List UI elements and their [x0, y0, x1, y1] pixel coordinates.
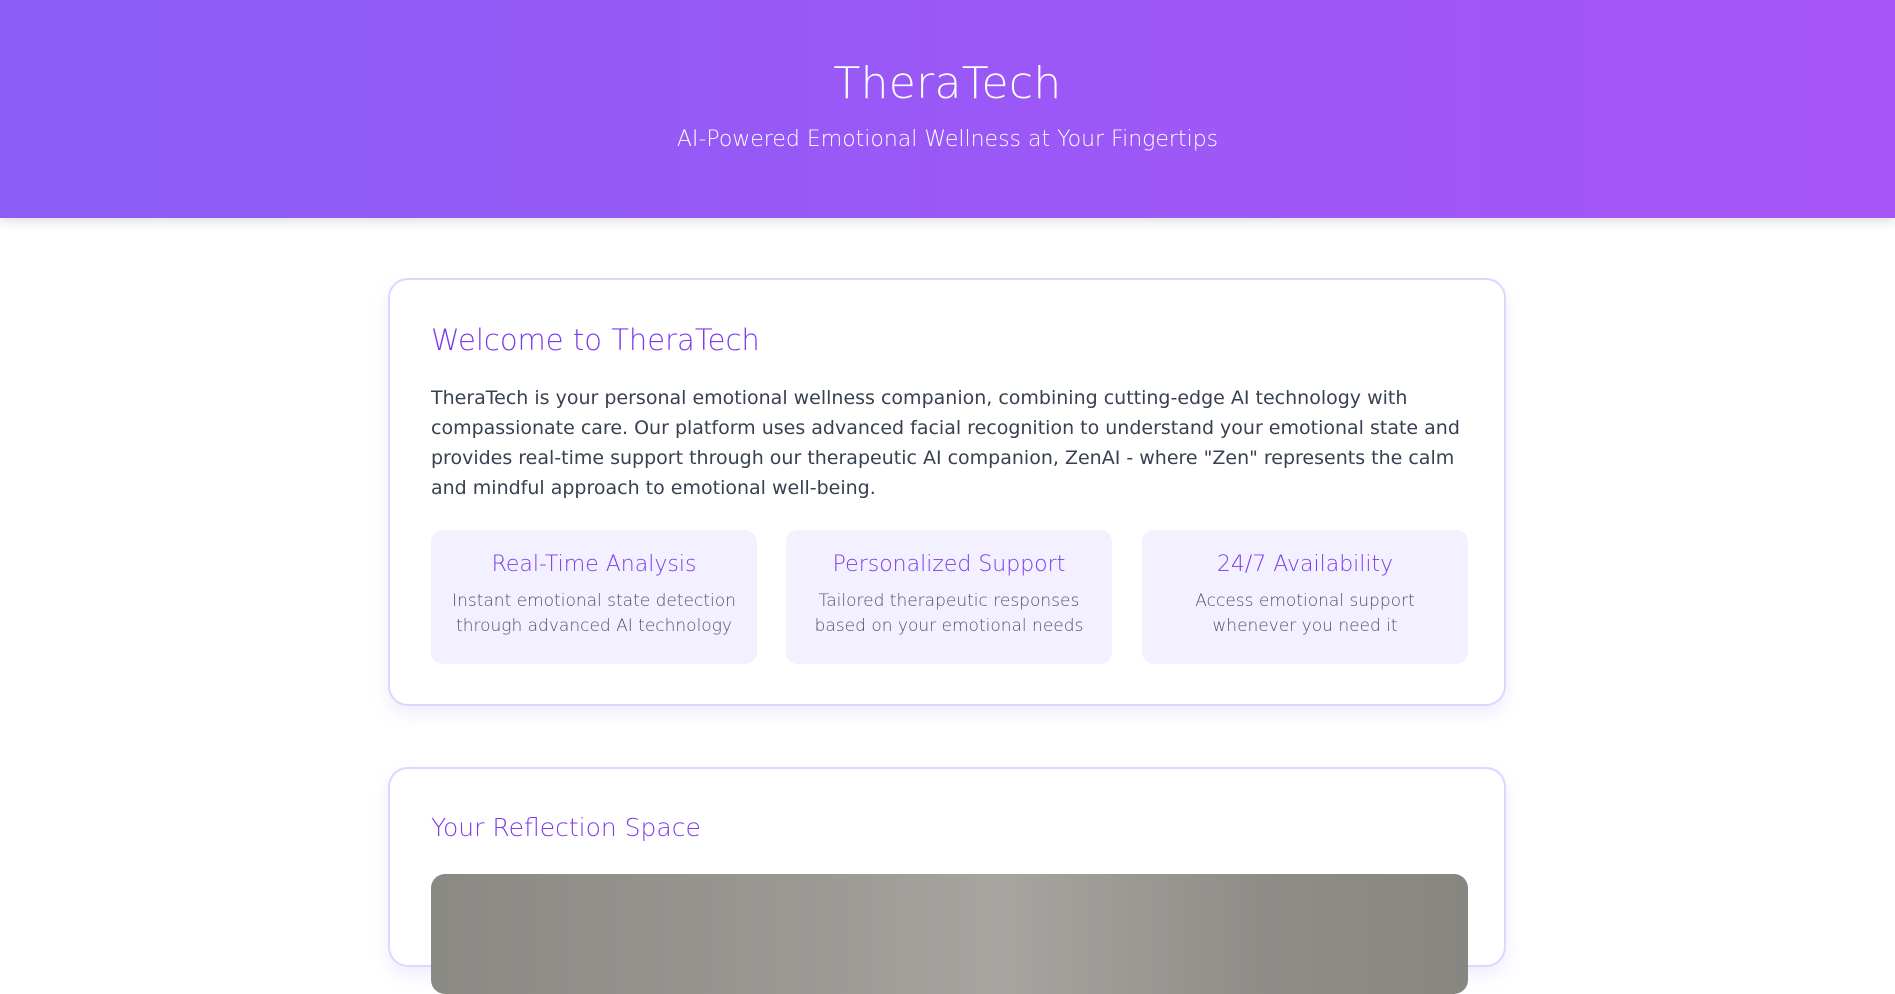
- welcome-card: Welcome to TheraTech TheraTech is your p…: [388, 278, 1506, 706]
- feature-description: Instant emotional state detection throug…: [452, 591, 736, 636]
- feature-list: Real-Time Analysis Instant emotional sta…: [431, 530, 1468, 664]
- hero-header: TheraTech AI-Powered Emotional Wellness …: [0, 0, 1895, 218]
- site-title: TheraTech: [833, 58, 1062, 109]
- reflection-title: Your Reflection Space: [431, 813, 701, 842]
- site-tagline: AI-Powered Emotional Wellness at Your Fi…: [676, 127, 1219, 152]
- feature-description: Tailored therapeutic responses based on …: [814, 591, 1084, 636]
- reflection-card: Your Reflection Space: [388, 767, 1506, 994]
- feature-title: Personalized Support: [832, 552, 1066, 577]
- feature-card-availability: 24/7 Availability Access emotional suppo…: [1142, 530, 1468, 664]
- feature-card-personalized-support: Personalized Support Tailored therapeuti…: [786, 530, 1112, 664]
- feature-card-real-time-analysis: Real-Time Analysis Instant emotional sta…: [431, 530, 757, 664]
- feature-description: Access emotional support whenever you ne…: [1195, 591, 1415, 636]
- feature-title: Real-Time Analysis: [491, 552, 697, 577]
- camera-feed[interactable]: [431, 874, 1468, 994]
- feature-title: 24/7 Availability: [1216, 552, 1394, 577]
- welcome-title: Welcome to TheraTech: [431, 323, 760, 357]
- welcome-intro: TheraTech is your personal emotional wel…: [431, 387, 1460, 499]
